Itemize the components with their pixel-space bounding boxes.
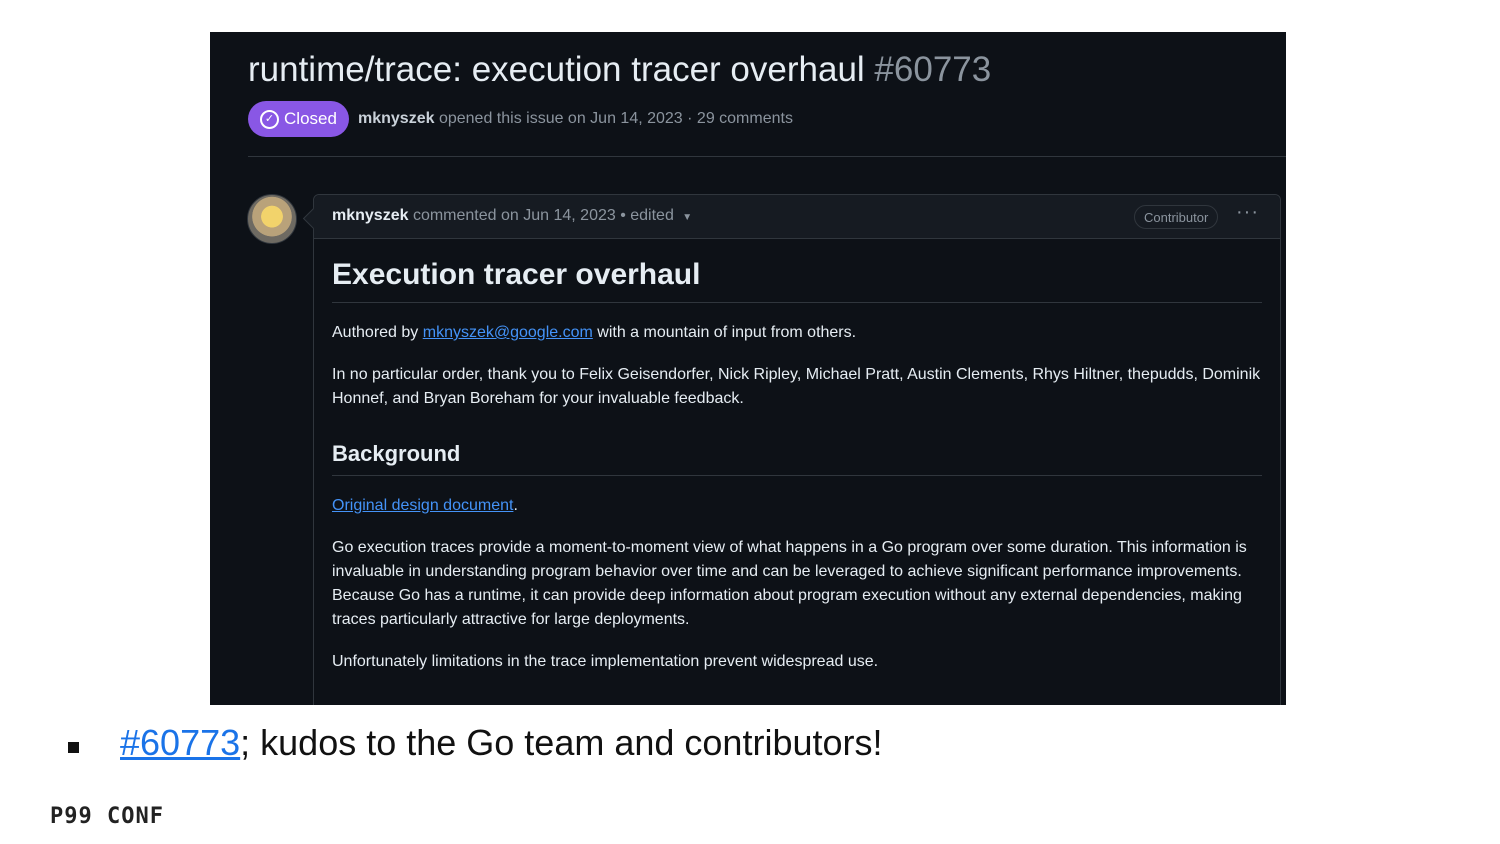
issue-title: runtime/trace: execution tracer overhaul… [248, 50, 991, 90]
design-doc-suffix: . [513, 497, 518, 514]
author-email-link[interactable]: mknyszek@google.com [423, 324, 593, 341]
thanks-paragraph: In no particular order, thank you to Fel… [332, 366, 1261, 407]
comment-author-link[interactable]: mknyszek [332, 207, 409, 224]
more-options-icon[interactable]: ··· [1236, 201, 1259, 224]
comment-heading: Execution tracer overhaul [332, 258, 1262, 303]
authored-line: Authored by mknyszek@google.com with a m… [332, 321, 1262, 345]
avatar[interactable] [247, 194, 297, 244]
bullet-marker [68, 742, 79, 753]
closed-state-badge: ✓ Closed [248, 101, 349, 137]
background-heading: Background [332, 441, 1262, 476]
authored-prefix: Authored by [332, 324, 419, 341]
issue-link[interactable]: #60773 [120, 722, 240, 763]
check-circle-icon: ✓ [260, 109, 280, 129]
comment-box: mknyszek commented on Jun 14, 2023 • edi… [313, 194, 1281, 705]
chevron-down-icon[interactable]: ▼ [682, 212, 692, 223]
background-paragraph-2: Unfortunately limitations in the trace i… [332, 653, 879, 670]
authored-suffix: with a mountain of input from others. [597, 324, 857, 341]
comment-header: mknyszek commented on Jun 14, 2023 • edi… [314, 195, 1280, 239]
comment-meta: mknyszek commented on Jun 14, 2023 • edi… [332, 207, 692, 225]
background-paragraph-1: Go execution traces provide a moment-to-… [332, 539, 1247, 628]
conference-logo: P99 CONF [50, 804, 164, 829]
header-divider [248, 156, 1286, 157]
state-label: Closed [284, 109, 337, 128]
comment-body: Execution tracer overhaul Authored by mk… [332, 238, 1262, 674]
issue-meta: mknyszek opened this issue on Jun 14, 20… [358, 110, 793, 128]
design-doc-line: Original design document. [332, 494, 1262, 518]
issue-title-text: runtime/trace: execution tracer overhaul [248, 50, 865, 89]
issue-author-link[interactable]: mknyszek [358, 110, 435, 127]
issue-meta-text: opened this issue on Jun 14, 2023 · 29 c… [438, 110, 793, 127]
caption-text: ; kudos to the Go team and contributors! [240, 722, 883, 763]
contributor-badge: Contributor [1134, 205, 1219, 229]
design-doc-link[interactable]: Original design document [332, 497, 513, 514]
slide-caption: #60773; kudos to the Go team and contrib… [120, 722, 883, 764]
issue-number: #60773 [874, 50, 992, 89]
comment-meta-text[interactable]: commented on Jun 14, 2023 • edited [413, 207, 674, 224]
github-issue-screenshot: runtime/trace: execution tracer overhaul… [210, 32, 1286, 705]
